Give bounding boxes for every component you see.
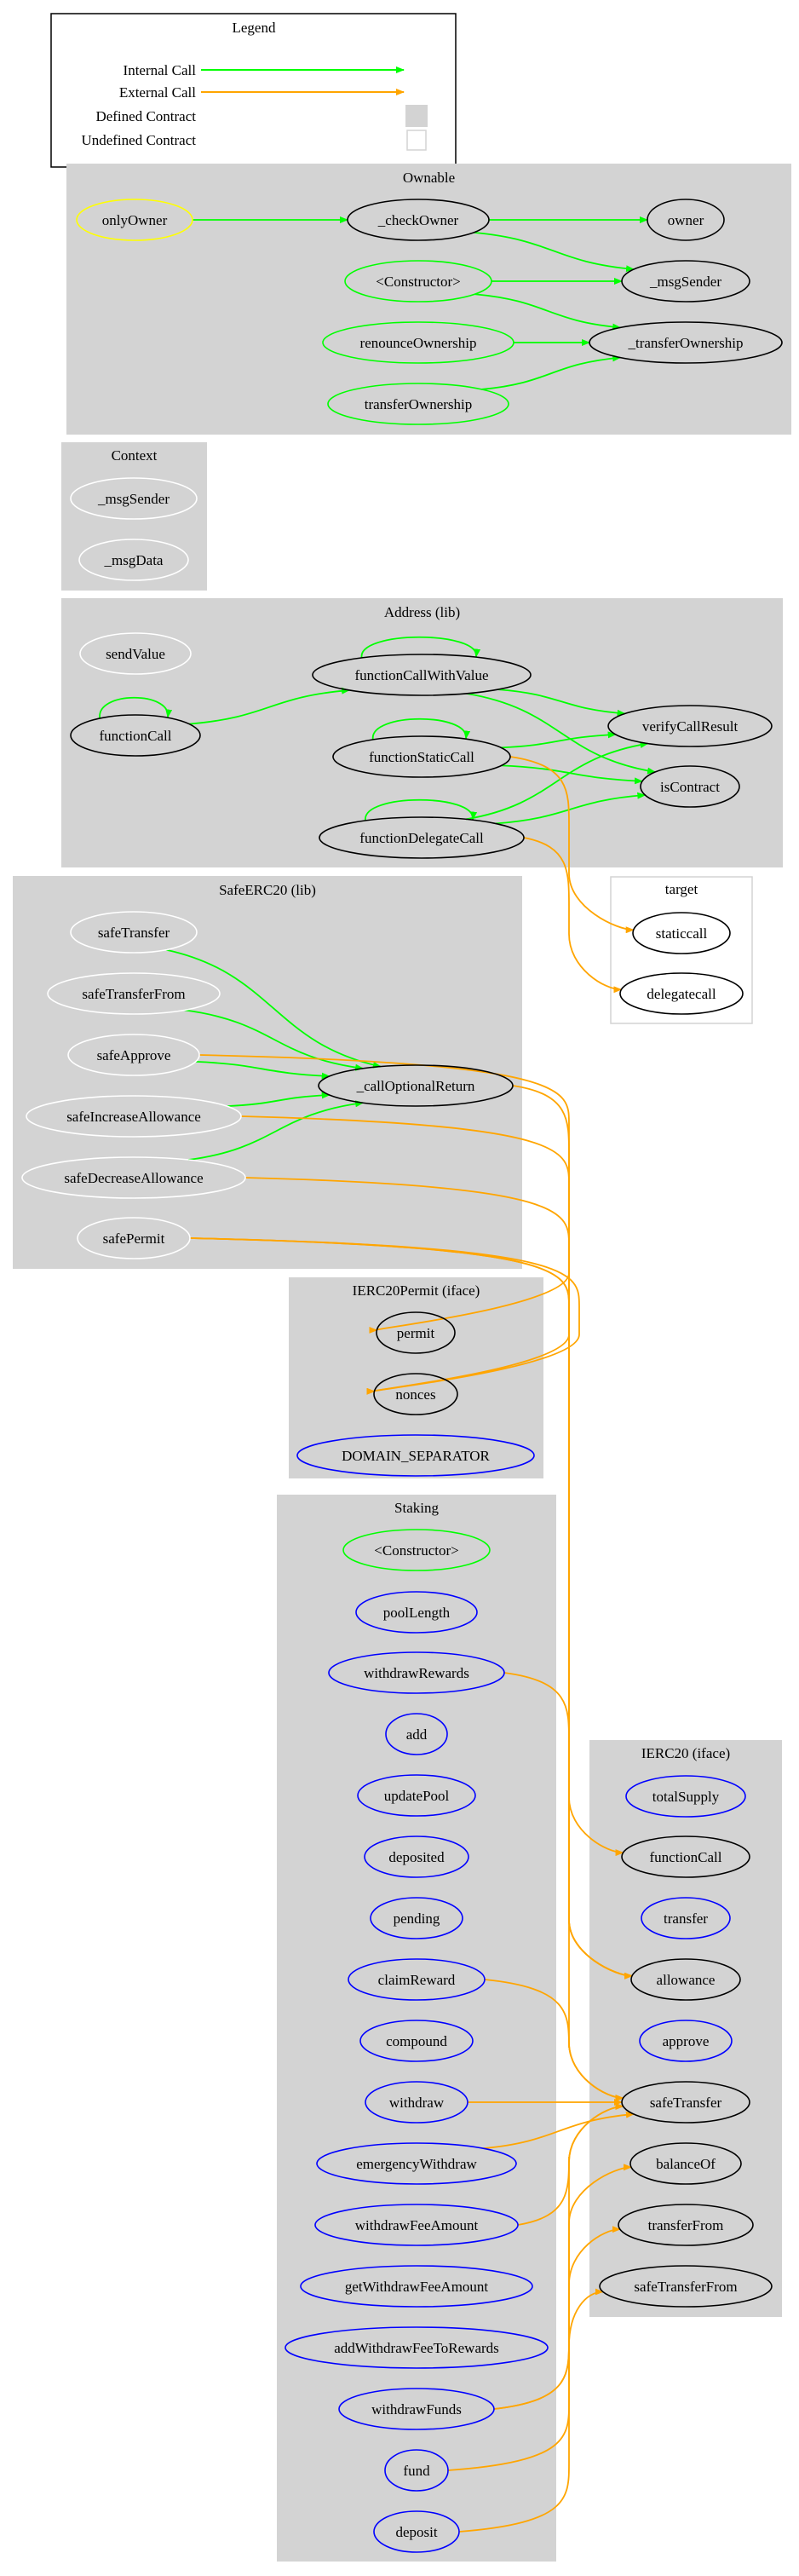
legend: Legend Internal Call External Call Defin… bbox=[50, 13, 457, 168]
node-label: _checkOwner bbox=[377, 212, 459, 228]
cluster-title: IERC20 (iface) bbox=[641, 1745, 730, 1761]
node-label: getWithdrawFeeAmount bbox=[345, 2279, 489, 2295]
node-label: withdrawFeeAmount bbox=[355, 2217, 479, 2233]
node-label: deposit bbox=[395, 2524, 437, 2540]
node-label: safeDecreaseAllowance bbox=[64, 1170, 203, 1186]
node-label: emergencyWithdraw bbox=[356, 2156, 477, 2172]
node-label: approve bbox=[663, 2033, 710, 2049]
node-label: safeApprove bbox=[97, 1047, 171, 1063]
node-label: addWithdrawFeeToRewards bbox=[334, 2340, 499, 2356]
node-label: functionCall bbox=[100, 728, 172, 744]
node-label: _msgData bbox=[104, 552, 164, 568]
cluster-title: Staking bbox=[394, 1500, 439, 1516]
node-label: safeTransferFrom bbox=[82, 986, 185, 1002]
cluster-title: IERC20Permit (iface) bbox=[353, 1282, 480, 1299]
node-label: fund bbox=[403, 2463, 430, 2479]
node-label: safeTransfer bbox=[98, 925, 170, 941]
cluster-box bbox=[66, 164, 791, 435]
node-label: withdrawFunds bbox=[371, 2401, 462, 2418]
node-label: functionDelegateCall bbox=[359, 830, 484, 846]
cluster-safeerc20: SafeERC20 (lib) bbox=[13, 876, 522, 1269]
node-label: safeTransferFrom bbox=[634, 2279, 737, 2295]
legend-label-external-call: External Call bbox=[119, 84, 196, 101]
undefined-contract-swatch-icon bbox=[406, 130, 427, 151]
node-label: _callOptionalReturn bbox=[356, 1078, 475, 1094]
node-label: nonces bbox=[395, 1386, 435, 1403]
node-label: onlyOwner bbox=[102, 212, 168, 228]
node-label: owner bbox=[668, 212, 704, 228]
cluster-title: Address (lib) bbox=[384, 604, 460, 620]
node-label: transferFrom bbox=[648, 2217, 724, 2233]
node-label: delegatecall bbox=[647, 986, 716, 1002]
node-label: deposited bbox=[388, 1849, 445, 1865]
node-label: pending bbox=[394, 1910, 440, 1927]
node-label: claimReward bbox=[378, 1972, 456, 1988]
node-label: compound bbox=[386, 2033, 447, 2049]
node-label: isContract bbox=[660, 779, 720, 795]
call-graph: Legend Internal Call External Call Defin… bbox=[13, 13, 791, 2562]
node-label: add bbox=[406, 1726, 428, 1743]
node-label: _msgSender bbox=[97, 491, 170, 507]
node-label: DOMAIN_SEPARATOR bbox=[342, 1448, 490, 1464]
cluster-title: Ownable bbox=[403, 170, 455, 186]
legend-title: Legend bbox=[233, 20, 276, 36]
node-label: balanceOf bbox=[656, 2156, 716, 2172]
node-label: totalSupply bbox=[652, 1789, 720, 1805]
node-label: safeIncreaseAllowance bbox=[66, 1109, 201, 1125]
node-label: sendValue bbox=[106, 646, 165, 662]
contract-clusters: Ownable Context Address (lib) target SafeERC… bbox=[13, 164, 791, 2562]
node-label: <Constructor> bbox=[376, 274, 460, 290]
node-label: functionCallWithValue bbox=[354, 667, 488, 683]
node-label: updatePool bbox=[384, 1788, 450, 1804]
node-label: functionCall bbox=[650, 1849, 722, 1865]
node-label: verifyCallResult bbox=[642, 718, 739, 735]
node-label: <Constructor> bbox=[374, 1542, 458, 1559]
node-label: allowance bbox=[657, 1972, 716, 1988]
legend-label-internal-call: Internal Call bbox=[124, 62, 197, 78]
node-label: withdraw bbox=[389, 2095, 445, 2111]
node-label: safePermit bbox=[103, 1230, 165, 1247]
cluster-ownable: Ownable bbox=[66, 164, 791, 435]
node-label: poolLength bbox=[383, 1605, 451, 1621]
legend-label-defined-contract: Defined Contract bbox=[95, 108, 196, 124]
node-label: transferOwnership bbox=[365, 396, 473, 412]
cluster-title: SafeERC20 (lib) bbox=[219, 882, 316, 898]
node-label: safeTransfer bbox=[650, 2095, 722, 2111]
node-label: renounceOwnership bbox=[360, 335, 477, 351]
node-label: withdrawRewards bbox=[364, 1665, 469, 1681]
node-label: _msgSender bbox=[649, 274, 721, 290]
node-label: _transferOwnership bbox=[627, 335, 743, 351]
defined-contract-swatch-icon bbox=[405, 105, 428, 127]
cluster-title: target bbox=[665, 881, 698, 897]
node-label: staticcall bbox=[656, 925, 708, 942]
legend-label-undefined-contract: Undefined Contract bbox=[81, 132, 196, 148]
node-label: permit bbox=[397, 1325, 435, 1341]
cluster-title: Context bbox=[112, 447, 158, 464]
node-label: transfer bbox=[664, 1910, 708, 1927]
cluster-box bbox=[13, 876, 522, 1269]
node-label: functionStaticCall bbox=[369, 749, 474, 765]
